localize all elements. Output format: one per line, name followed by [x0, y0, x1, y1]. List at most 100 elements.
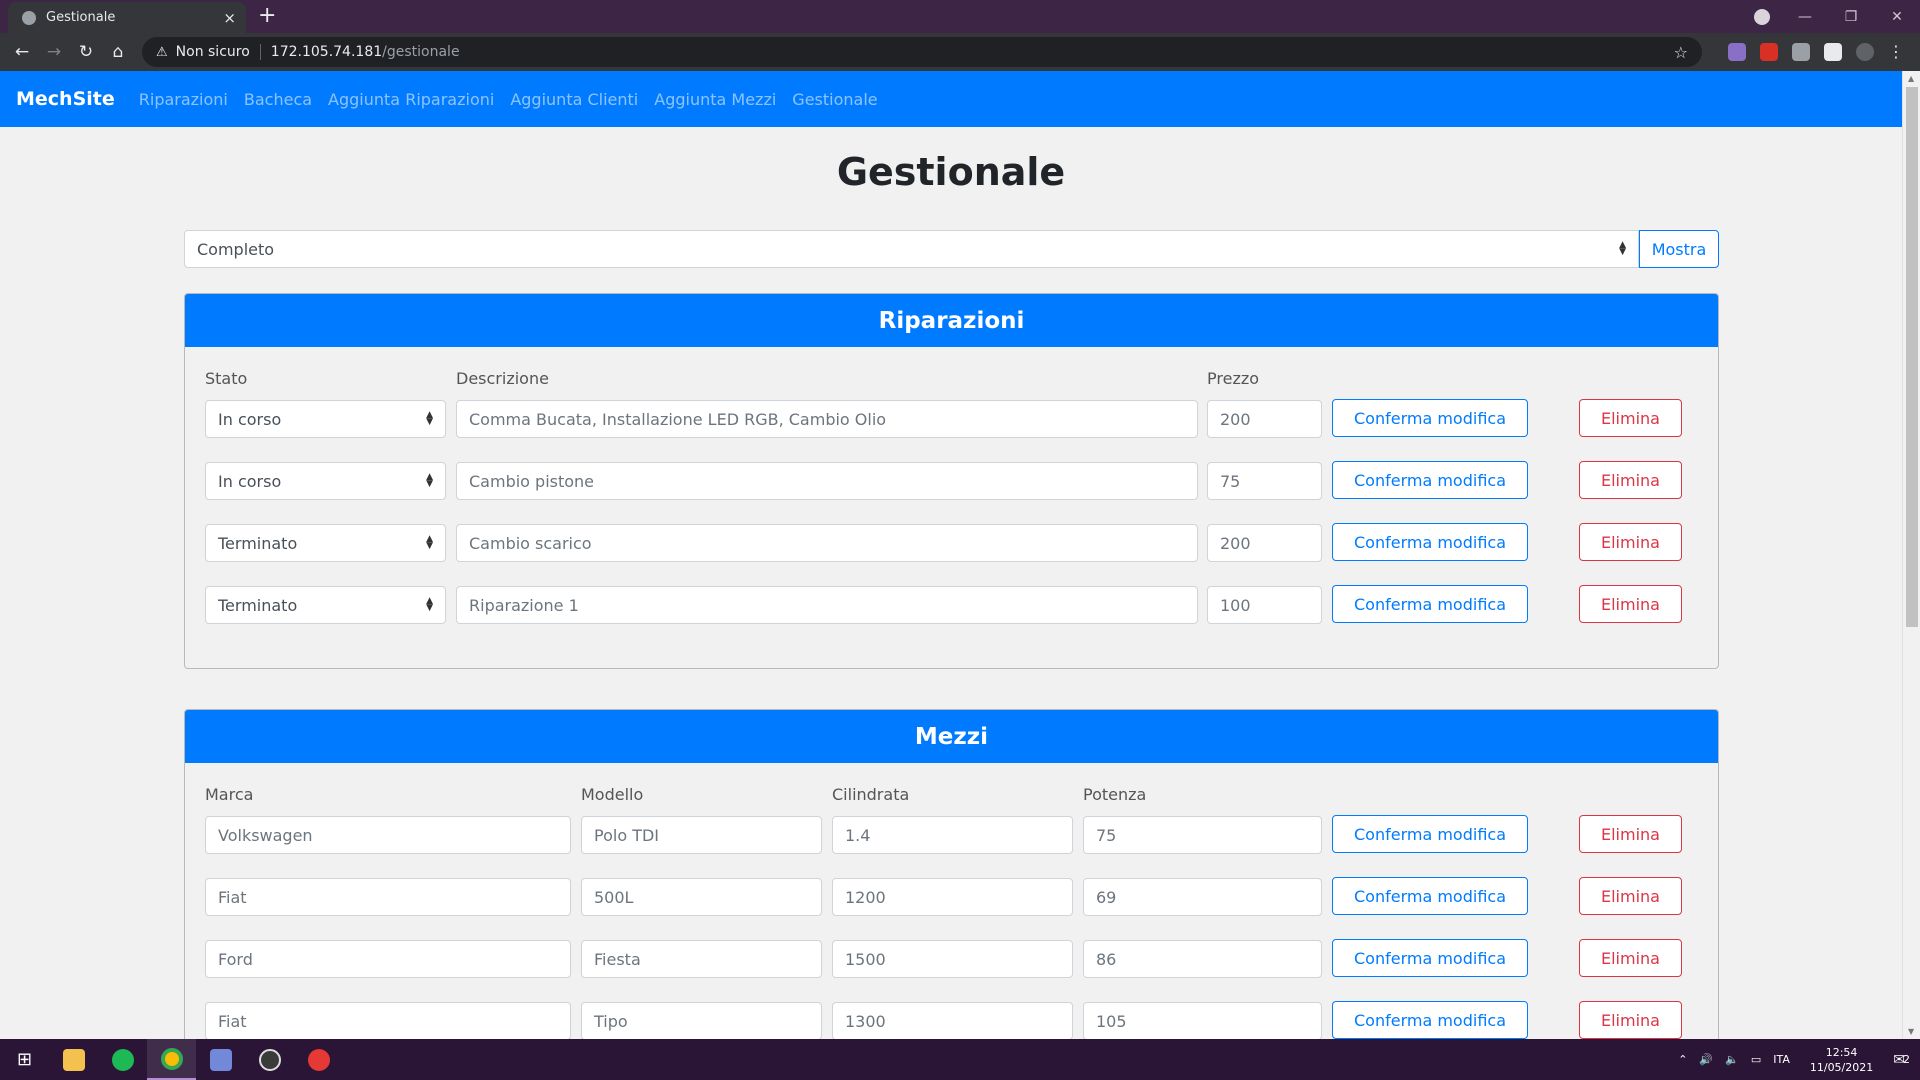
marca-input[interactable]: Fiat [205, 878, 571, 916]
potenza-input[interactable]: 75 [1083, 816, 1322, 854]
confirm-edit-button[interactable]: Conferma modifica [1332, 585, 1528, 623]
back-icon[interactable]: ← [6, 42, 38, 62]
minimize-icon[interactable]: — [1782, 9, 1828, 25]
notification-count: 2 [1903, 1053, 1910, 1066]
scroll-up-icon[interactable]: ▲ [1908, 74, 1914, 83]
column-label-descrizione: Descrizione [456, 369, 549, 388]
window-controls: — ❐ ✕ [1782, 0, 1920, 33]
speaker-icon[interactable]: 🔈 [1725, 1053, 1739, 1066]
discord-icon[interactable] [196, 1039, 245, 1080]
puzzle-extensions-icon[interactable] [1824, 43, 1842, 61]
nav-link-aggiunta-clienti[interactable]: Aggiunta Clienti [510, 90, 638, 109]
menu-kebab-icon[interactable]: ⋮ [1888, 43, 1904, 61]
marca-input[interactable]: Ford [205, 940, 571, 978]
modello-input[interactable]: Fiesta [581, 940, 822, 978]
bookmark-star-icon[interactable]: ☆ [1674, 43, 1688, 62]
chrome-icon[interactable] [147, 1039, 196, 1080]
delete-button[interactable]: Elimina [1579, 399, 1682, 437]
cilindrata-input[interactable]: 1300 [832, 1002, 1073, 1040]
clock-time: 12:54 [1825, 1045, 1858, 1059]
delete-button[interactable]: Elimina [1579, 585, 1682, 623]
descrizione-input[interactable]: Comma Bucata, Installazione LED RGB, Cam… [456, 400, 1198, 438]
show-button[interactable]: Mostra [1639, 230, 1719, 268]
page-scrollbar[interactable]: ▲ ▼ [1902, 71, 1920, 1039]
media-player-icon[interactable] [294, 1039, 343, 1080]
descrizione-input[interactable]: Cambio pistone [456, 462, 1198, 500]
nav-link-bacheca[interactable]: Bacheca [244, 90, 312, 109]
delete-button[interactable]: Elimina [1579, 815, 1682, 853]
close-tab-icon[interactable]: × [223, 9, 236, 27]
nav-link-aggiunta-mezzi[interactable]: Aggiunta Mezzi [654, 90, 776, 109]
prezzo-input[interactable]: 75 [1207, 462, 1322, 500]
cilindrata-input[interactable]: 1500 [832, 940, 1073, 978]
profile-avatar[interactable] [1856, 43, 1874, 61]
confirm-edit-button[interactable]: Conferma modifica [1332, 523, 1528, 561]
potenza-input[interactable]: 105 [1083, 1002, 1322, 1040]
confirm-edit-button[interactable]: Conferma modifica [1332, 461, 1528, 499]
stato-select[interactable]: Terminato ▲ ▼ [205, 524, 446, 562]
nav-link-aggiunta-riparazioni[interactable]: Aggiunta Riparazioni [328, 90, 494, 109]
windows-start-icon[interactable]: ⊞ [0, 1039, 49, 1080]
modello-input[interactable]: 500L [581, 878, 822, 916]
cilindrata-input[interactable]: 1200 [832, 878, 1073, 916]
close-window-icon[interactable]: ✕ [1874, 9, 1920, 25]
stato-value: In corso [218, 409, 282, 429]
spotify-icon[interactable] [98, 1039, 147, 1080]
scroll-down-icon[interactable]: ▼ [1908, 1027, 1914, 1036]
potenza-input[interactable]: 69 [1083, 878, 1322, 916]
column-label-prezzo: Prezzo [1207, 369, 1260, 388]
modello-input[interactable]: Tipo [581, 1002, 822, 1040]
obs-icon[interactable] [245, 1039, 294, 1080]
confirm-edit-button[interactable]: Conferma modifica [1332, 939, 1528, 977]
confirm-edit-button[interactable]: Conferma modifica [1332, 1001, 1528, 1039]
confirm-edit-button[interactable]: Conferma modifica [1332, 877, 1528, 915]
modello-input[interactable]: Polo TDI [581, 816, 822, 854]
stato-value: Terminato [218, 533, 298, 553]
extension-icon[interactable] [1728, 43, 1746, 61]
filter-select[interactable]: Completo ▲ ▼ [184, 230, 1639, 268]
prezzo-input[interactable]: 100 [1207, 586, 1322, 624]
browser-tab[interactable]: Gestionale × [8, 2, 246, 33]
nav-link-riparazioni[interactable]: Riparazioni [139, 90, 228, 109]
prezzo-input[interactable]: 200 [1207, 524, 1322, 562]
confirm-edit-button[interactable]: Conferma modifica [1332, 399, 1528, 437]
cilindrata-input[interactable]: 1.4 [832, 816, 1073, 854]
nav-link-gestionale[interactable]: Gestionale [792, 90, 877, 109]
descrizione-input[interactable]: Cambio scarico [456, 524, 1198, 562]
descrizione-input[interactable]: Riparazione 1 [456, 586, 1198, 624]
potenza-input[interactable]: 86 [1083, 940, 1322, 978]
column-label-stato: Stato [205, 369, 248, 388]
prezzo-input[interactable]: 200 [1207, 400, 1322, 438]
language-indicator[interactable]: ITA [1773, 1053, 1790, 1066]
confirm-edit-button[interactable]: Conferma modifica [1332, 815, 1528, 853]
reload-icon[interactable]: ↻ [70, 42, 102, 62]
delete-button[interactable]: Elimina [1579, 877, 1682, 915]
forward-icon[interactable]: → [38, 42, 70, 62]
scrollbar-thumb[interactable] [1906, 87, 1918, 627]
stato-select[interactable]: In corso ▲ ▼ [205, 400, 446, 438]
address-bar[interactable]: ⚠ Non sicuro 172.105.74.181 /gestionale … [142, 37, 1702, 67]
stato-select[interactable]: Terminato ▲ ▼ [205, 586, 446, 624]
delete-button[interactable]: Elimina [1579, 523, 1682, 561]
volume-icon[interactable]: 🔊 [1699, 1053, 1713, 1066]
address-separator [259, 44, 261, 60]
tray-chevron-icon[interactable]: ⌃ [1678, 1053, 1687, 1066]
tab-search-icon[interactable] [1754, 9, 1770, 25]
stato-value: In corso [218, 471, 282, 491]
marca-input[interactable]: Fiat [205, 1002, 571, 1040]
network-icon[interactable]: ▭ [1751, 1053, 1761, 1066]
stato-select[interactable]: In corso ▲ ▼ [205, 462, 446, 500]
delete-button[interactable]: Elimina [1579, 939, 1682, 977]
cloud-extension-icon[interactable] [1792, 43, 1810, 61]
site-brand[interactable]: MechSite [16, 88, 115, 110]
clock[interactable]: 12:54 11/05/2021 [1810, 1045, 1873, 1075]
restore-icon[interactable]: ❐ [1828, 9, 1874, 25]
home-icon[interactable]: ⌂ [102, 42, 134, 62]
new-tab-button[interactable]: + [258, 4, 276, 28]
marca-input[interactable]: Volkswagen [205, 816, 571, 854]
adblock-icon[interactable] [1760, 43, 1778, 61]
file-explorer-icon[interactable] [49, 1039, 98, 1080]
security-label: Non sicuro [175, 44, 250, 60]
delete-button[interactable]: Elimina [1579, 461, 1682, 499]
delete-button[interactable]: Elimina [1579, 1001, 1682, 1039]
